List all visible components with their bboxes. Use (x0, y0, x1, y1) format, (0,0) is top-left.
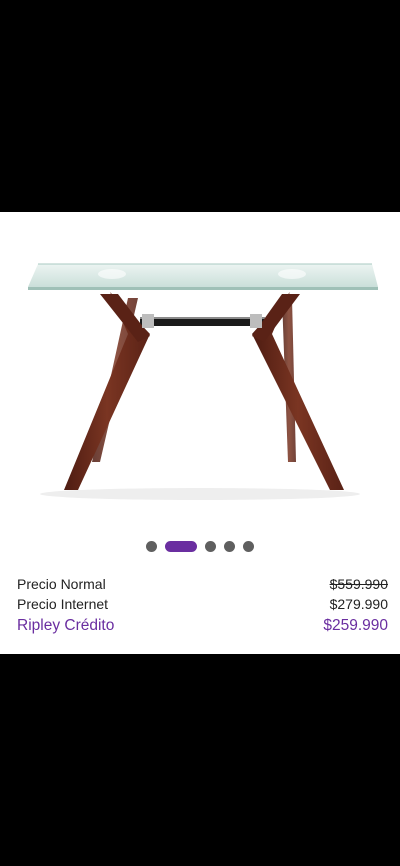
price-label-credit: Ripley Crédito (17, 617, 115, 634)
price-row-credit: Ripley Crédito $259.990 (17, 614, 388, 638)
top-black-area (0, 0, 400, 212)
carousel-indicator[interactable] (0, 540, 400, 552)
price-row-normal: Precio Normal $559.990 (17, 574, 388, 594)
bottom-black-area (0, 654, 400, 866)
price-value-internet: $279.990 (329, 596, 388, 612)
carousel-dot[interactable] (243, 540, 254, 552)
carousel-dot[interactable] (146, 540, 157, 552)
carousel-dot-active[interactable] (165, 540, 197, 552)
product-card: Precio Normal $559.990 Precio Internet $… (0, 212, 400, 654)
price-value-normal: $559.990 (329, 576, 388, 592)
price-label-internet: Precio Internet (17, 596, 109, 612)
product-image[interactable] (0, 242, 400, 542)
price-row-internet: Precio Internet $279.990 (17, 594, 388, 614)
price-label-normal: Precio Normal (17, 576, 106, 592)
price-value-credit: $259.990 (323, 617, 388, 634)
price-table: Precio Normal $559.990 Precio Internet $… (17, 574, 388, 638)
carousel-dot[interactable] (205, 540, 216, 552)
carousel-dot[interactable] (224, 540, 235, 552)
